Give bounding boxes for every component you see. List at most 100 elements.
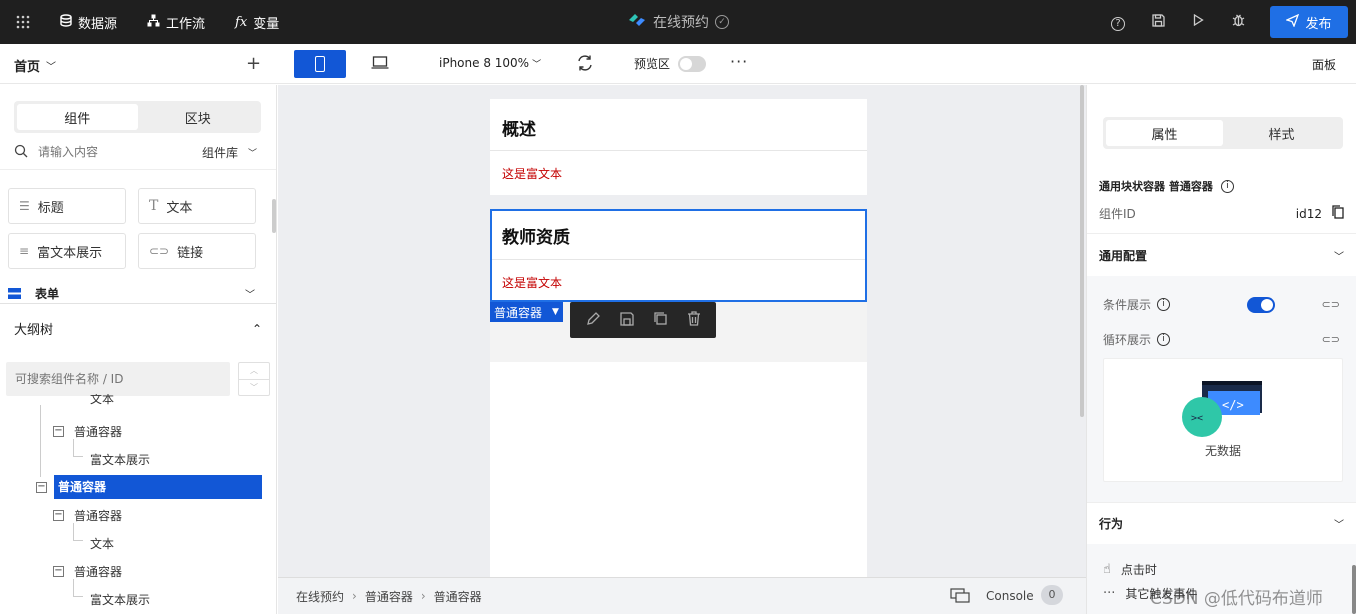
debug-bug-icon[interactable] — [1218, 13, 1258, 31]
preview-toggle-area: 预览区 — [634, 55, 707, 72]
tab-properties[interactable]: 属性 — [1106, 120, 1223, 146]
mobile-view-button[interactable] — [294, 50, 346, 78]
preview-toggle[interactable] — [678, 55, 707, 72]
edit-pencil-icon[interactable] — [586, 311, 601, 329]
search-input[interactable] — [38, 145, 188, 159]
tree-node[interactable]: − 普通容器 — [53, 563, 122, 580]
help-icon[interactable]: ? — [1098, 14, 1138, 31]
refresh-icon[interactable] — [576, 54, 594, 75]
on-click-row[interactable]: ☝ 点击时 — [1103, 561, 1157, 578]
section-container[interactable]: 概述 这是富文本 — [490, 99, 867, 195]
link-icon[interactable]: ⊂⊃ — [1322, 333, 1340, 346]
breadcrumb-item[interactable]: 普通容器 — [365, 588, 413, 605]
page-selector[interactable]: 首页 ﹀ — [14, 56, 56, 75]
richtext-content[interactable]: 这是富文本 — [502, 165, 562, 182]
collapse-icon[interactable]: − — [36, 481, 47, 493]
breadcrumb-item[interactable]: 普通容器 — [434, 588, 482, 605]
heading-icon: ☰ — [19, 199, 30, 213]
selected-component-tag[interactable]: 普通容器 ▼ — [490, 302, 563, 322]
panel-button[interactable]: 面板 — [1312, 56, 1336, 73]
publish-label: 发布 — [1305, 16, 1332, 32]
copy-icon[interactable] — [653, 311, 668, 329]
delete-trash-icon[interactable] — [687, 311, 701, 329]
copy-icon[interactable] — [1332, 205, 1344, 222]
expand-collapse-icon[interactable]: ⌃ — [252, 322, 262, 336]
tree-node-selected[interactable]: − 普通容器 — [36, 475, 262, 499]
tree-node[interactable]: 富文本展示 — [90, 451, 150, 468]
device-selector[interactable]: iPhone 8 100% ﹀ — [439, 56, 541, 70]
link-icon: ⊂⊃ — [149, 244, 170, 258]
general-config-header[interactable]: 通用配置 ﹀ — [1099, 247, 1344, 264]
caret-down-icon[interactable]: ▼ — [552, 307, 559, 317]
tree-node[interactable]: − 普通容器 — [53, 423, 122, 440]
right-scrollbar[interactable] — [1352, 565, 1356, 614]
publish-button[interactable]: 发布 — [1270, 6, 1348, 38]
richtext-content[interactable]: 这是富文本 — [502, 274, 562, 291]
chevron-right-icon: › — [352, 589, 357, 603]
section-title[interactable]: 教师资质 — [502, 223, 570, 248]
up-arrow-icon[interactable]: ︿ — [239, 363, 269, 380]
link-icon[interactable]: ⊂⊃ — [1322, 298, 1340, 311]
variable-menu[interactable]: fx 变量 — [235, 13, 279, 32]
component-label: 富文本展示 — [37, 245, 103, 261]
behavior-header[interactable]: 行为 ﹀ — [1099, 515, 1344, 532]
tree-node[interactable]: − 普通容器 — [53, 507, 122, 524]
desktop-view-button[interactable] — [360, 50, 400, 78]
send-icon — [1285, 13, 1300, 31]
info-icon[interactable]: i — [1157, 333, 1171, 346]
conditional-display-row: 条件展示 i ⊂⊃ — [1103, 296, 1340, 313]
outline-search-stepper[interactable]: ︿ ﹀ — [238, 362, 270, 396]
tree-node[interactable]: 富文本展示 — [90, 591, 150, 608]
canvas-scrollbar[interactable] — [1080, 85, 1084, 417]
down-arrow-icon[interactable]: ﹀ — [239, 380, 269, 396]
component-id-label: 组件ID — [1099, 207, 1136, 221]
more-icon: ··· — [1103, 586, 1116, 601]
outline-search-input[interactable] — [6, 362, 230, 396]
preview-play-icon[interactable] — [1178, 13, 1218, 30]
section-title[interactable]: 概述 — [502, 115, 536, 140]
add-page-icon[interactable]: + — [246, 53, 261, 74]
tree-node-label: 富文本展示 — [90, 453, 151, 467]
library-label[interactable]: 组件库 — [202, 144, 238, 161]
chevron-down-icon[interactable]: ﹀ — [248, 146, 257, 159]
loop-display-row: 循环展示 i ⊂⊃ — [1103, 331, 1340, 348]
save-icon[interactable] — [619, 311, 634, 329]
status-bar: 在线预约 › 普通容器 › 普通容器 Console 0 — [278, 577, 1086, 614]
section-container-selected[interactable]: 教师资质 这是富文本 — [490, 209, 867, 302]
component-link[interactable]: ⊂⊃ 链接 — [138, 233, 256, 269]
datasource-menu[interactable]: 数据源 — [60, 13, 117, 32]
collapse-icon[interactable]: − — [53, 510, 64, 521]
info-icon[interactable]: i — [1220, 179, 1234, 193]
console-label[interactable]: Console — [986, 589, 1034, 603]
breadcrumb: 在线预约 › 普通容器 › 普通容器 — [296, 588, 482, 605]
app-grid-icon[interactable] — [0, 15, 46, 29]
component-richtext[interactable]: ≡ 富文本展示 — [8, 233, 126, 269]
no-data-text: 无数据 — [1204, 444, 1241, 458]
tree-node[interactable]: 文本 — [90, 535, 114, 552]
breadcrumb-item[interactable]: 在线预约 — [296, 588, 344, 605]
device-label: iPhone 8 100% — [439, 56, 530, 70]
tree-node[interactable]: 文本 — [90, 394, 114, 410]
behavior-label: 行为 — [1099, 517, 1124, 531]
component-text[interactable]: T 文本 — [138, 188, 256, 224]
info-icon[interactable]: i — [1157, 298, 1171, 311]
on-click-label: 点击时 — [1120, 563, 1157, 577]
outline-header: 大纲树 ⌃ — [14, 319, 262, 339]
form-section-header[interactable]: 表单 ﹀ — [8, 285, 255, 302]
more-icon[interactable]: ··· — [730, 52, 748, 71]
left-scrollbar[interactable] — [272, 199, 276, 233]
collapse-icon[interactable]: − — [53, 426, 64, 437]
collapse-icon[interactable]: − — [53, 566, 64, 577]
conditional-display-toggle[interactable] — [1246, 296, 1275, 313]
component-label: 文本 — [166, 200, 193, 216]
tab-styles[interactable]: 样式 — [1223, 120, 1340, 146]
screen-icon[interactable] — [950, 588, 970, 607]
workflow-menu[interactable]: 工作流 — [147, 13, 205, 32]
panel-label: 面板 — [1311, 58, 1336, 72]
tab-components[interactable]: 组件 — [17, 104, 138, 130]
component-heading[interactable]: ☰ 标题 — [8, 188, 126, 224]
datasource-label: 数据源 — [78, 16, 118, 32]
save-icon[interactable] — [1138, 13, 1178, 31]
form-section-label: 表单 — [35, 287, 60, 301]
tab-blocks[interactable]: 区块 — [138, 104, 259, 130]
